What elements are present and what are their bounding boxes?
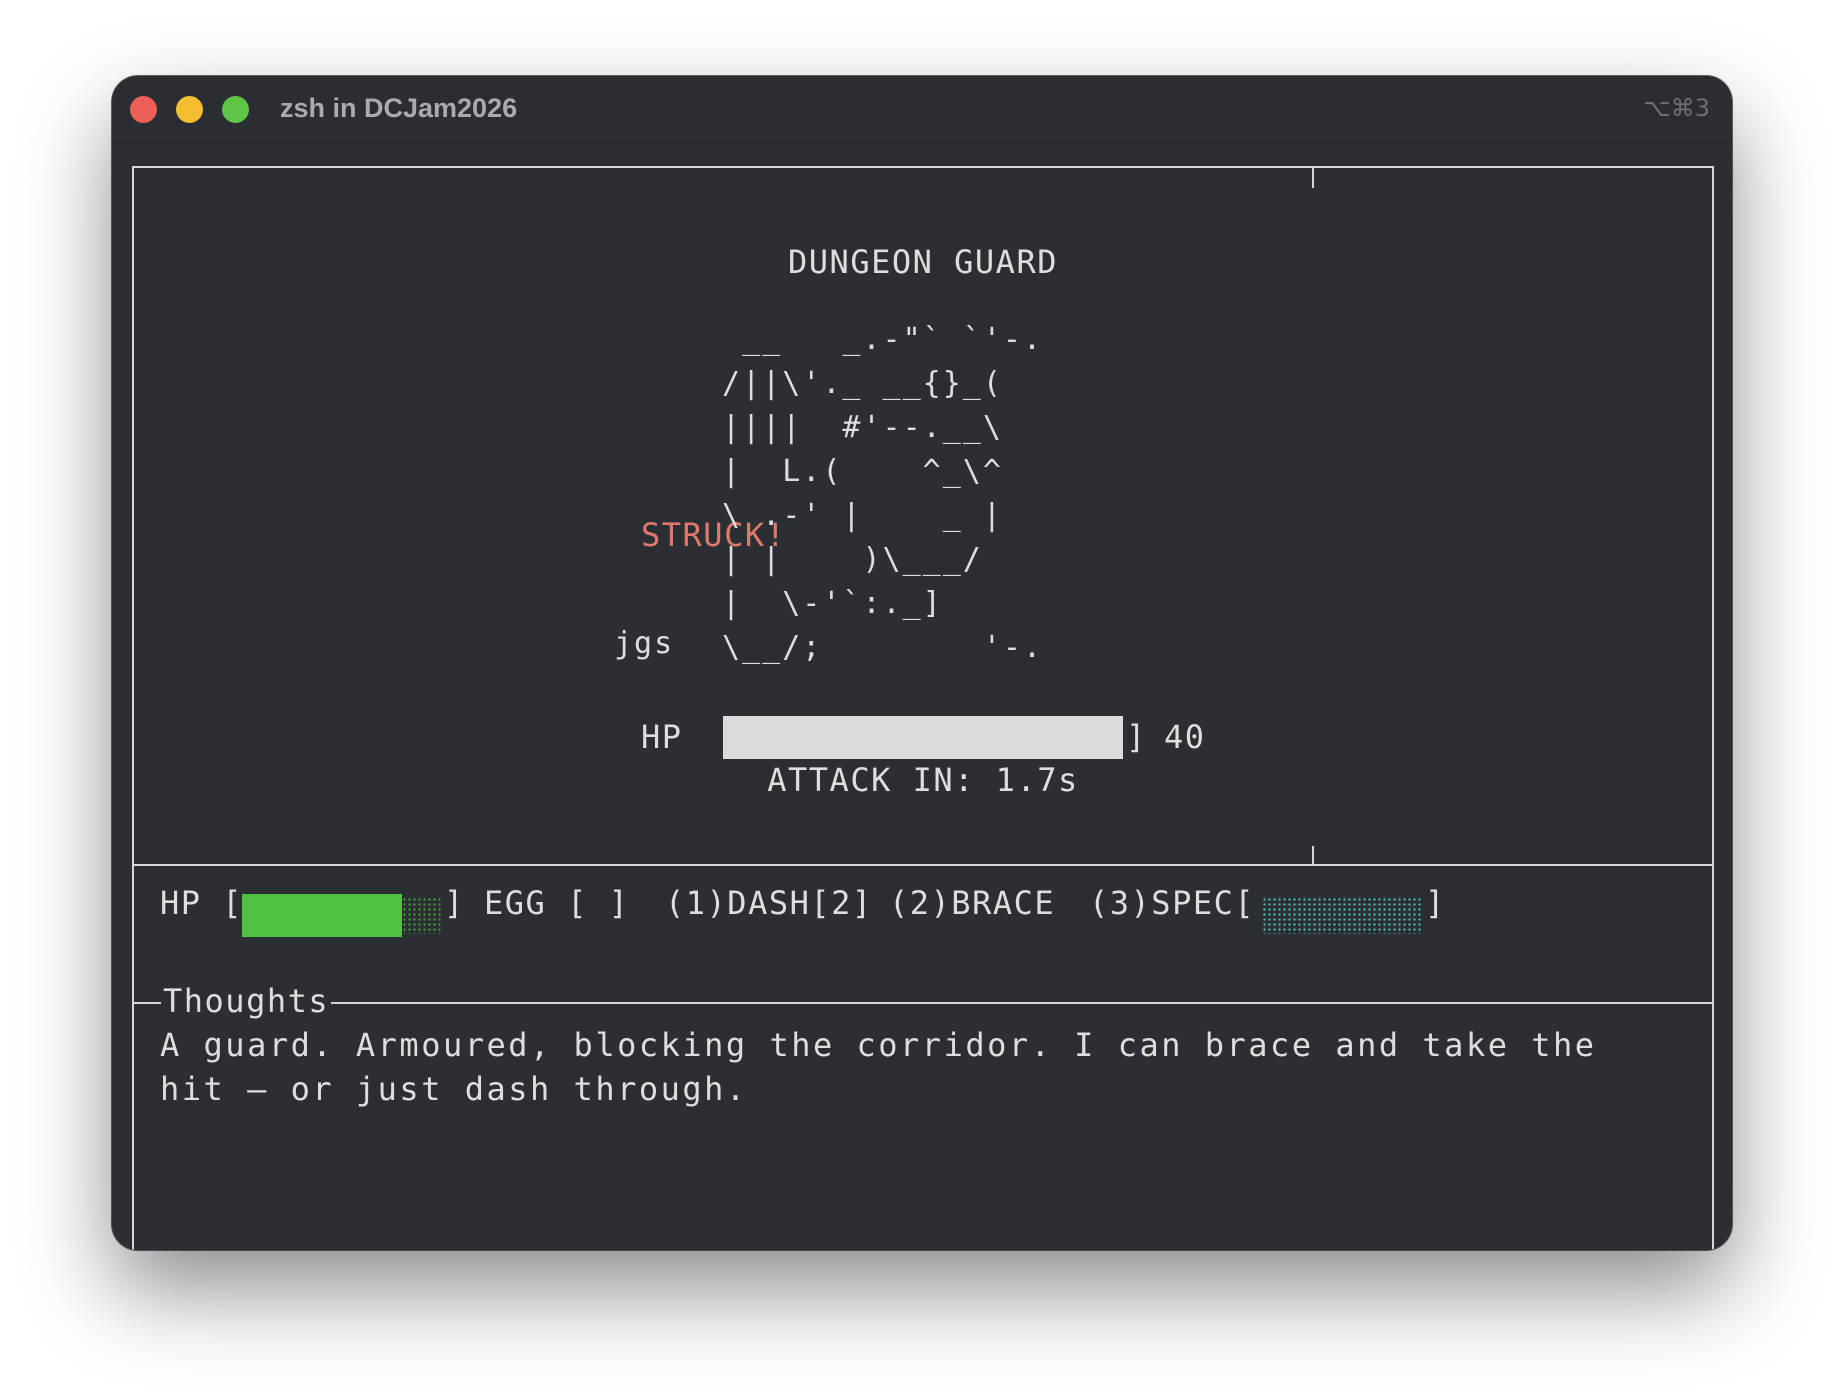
enemy-name: DUNGEON GUARD <box>788 243 1058 281</box>
player-hp-bar <box>242 894 402 937</box>
spec-action[interactable]: (3)SPEC[ <box>1089 884 1255 922</box>
spec-meter <box>1262 897 1422 934</box>
thoughts-title: Thoughts <box>161 982 332 1020</box>
enemy-ascii-art: __ _.-"` `'-. /||\'._ __{}_( |||| #'--._… <box>722 322 1044 665</box>
tab-shortcut: ⌥⌘3 <box>1643 94 1710 122</box>
player-hp-bracket-close: ] <box>444 884 465 922</box>
art-signature: jgs <box>614 626 675 661</box>
player-hp-empty <box>402 897 442 934</box>
panel-divider-tick-bottom <box>1312 846 1314 866</box>
dash-action[interactable]: (1)DASH[2] <box>665 884 873 922</box>
zoom-button[interactable] <box>222 96 249 123</box>
enemy-hp-value: 40 <box>1164 718 1206 756</box>
enemy-hp-label: HP <box>641 718 683 756</box>
window-title: zsh in DCJam2026 <box>280 93 518 123</box>
title-bar[interactable]: zsh in DCJam2026 ⌥⌘3 <box>112 76 1732 143</box>
minimize-button[interactable] <box>176 96 203 123</box>
egg-slot: EGG [ ] <box>484 884 630 922</box>
thoughts-text: A guard. Armoured, blocking the corridor… <box>160 1026 1619 1108</box>
brace-action[interactable]: (2)BRACE <box>889 884 1055 922</box>
close-button[interactable] <box>130 96 157 123</box>
encounter-panel: DUNGEON GUARD STRUCK! __ _.-"` `'-. /||\… <box>132 166 1714 866</box>
enemy-hp-bar <box>723 716 1123 759</box>
enemy-hp-bracket-close: ] <box>1126 718 1147 756</box>
spec-bracket-close: ] <box>1425 884 1446 922</box>
attack-timer: ATTACK IN: 1.7s <box>767 761 1079 799</box>
terminal-window: zsh in DCJam2026 ⌥⌘3 DUNGEON GUARD STRUC… <box>112 76 1732 1250</box>
player-hp-label: HP [ <box>160 884 244 922</box>
panel-divider-tick-top <box>1312 168 1314 188</box>
